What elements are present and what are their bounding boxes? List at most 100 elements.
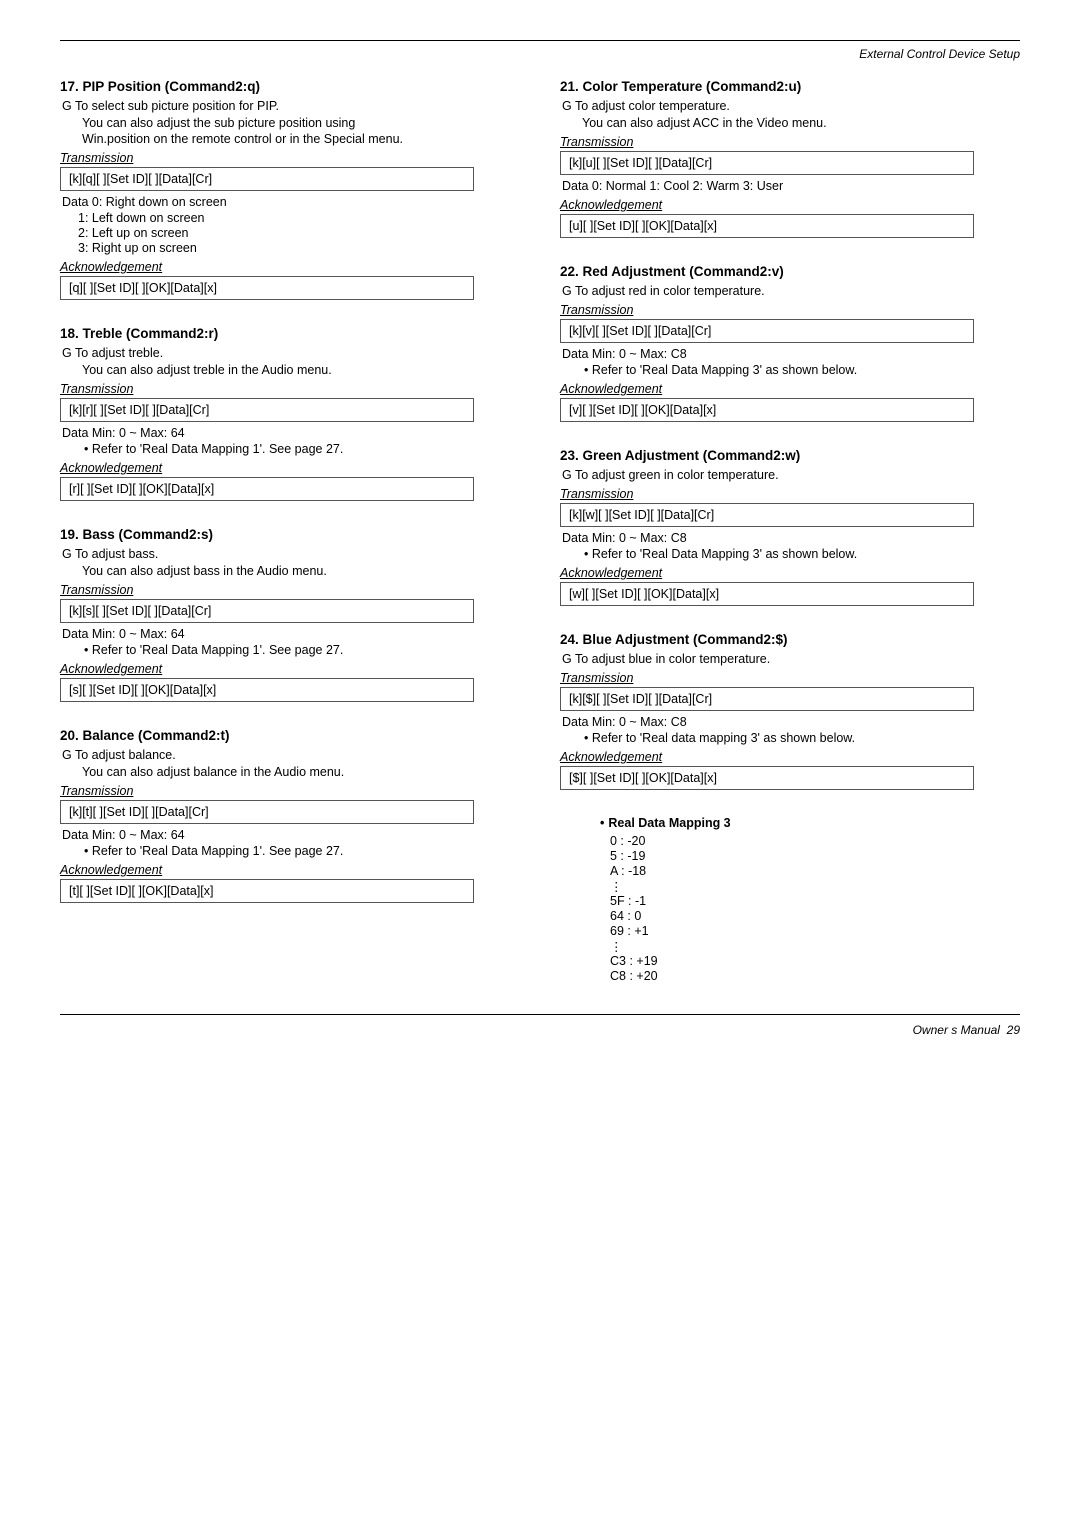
rdm-dots-2: ⋮ [610, 939, 1020, 954]
sec20-bullet: Refer to 'Real Data Mapping 1'. See page… [84, 844, 520, 858]
sec17-desc-g: G To select sub picture position for PIP… [62, 99, 520, 113]
sec20-title: 20. Balance (Command2:t) [60, 728, 520, 743]
sec20-trans-label: Transmission [60, 784, 520, 798]
bottom-rule [60, 1014, 1020, 1015]
sec20-data-0: Data Min: 0 ~ Max: 64 [62, 828, 520, 842]
sec19-bullet: Refer to 'Real Data Mapping 1'. See page… [84, 643, 520, 657]
section-24: 24. Blue Adjustment (Command2:$) G To ad… [560, 632, 1020, 794]
section-23: 23. Green Adjustment (Command2:w) G To a… [560, 448, 1020, 610]
footer-label: Owner s Manual 29 [913, 1023, 1020, 1037]
header-label: External Control Device Setup [859, 47, 1020, 61]
sec21-ack-label: Acknowledgement [560, 198, 1020, 212]
sec17-trans-label: Transmission [60, 151, 520, 165]
sec19-ack-code: [s][ ][Set ID][ ][OK][Data][x] [60, 678, 474, 702]
sec24-trans-label: Transmission [560, 671, 1020, 685]
section-18: 18. Treble (Command2:r) G To adjust treb… [60, 326, 520, 505]
rdm-row-0: 0 : -20 [610, 834, 1020, 848]
sec18-trans-code: [k][r][ ][Set ID][ ][Data][Cr] [60, 398, 474, 422]
sec19-extra-0: You can also adjust bass in the Audio me… [82, 564, 520, 578]
sec24-ack-code: [$][ ][Set ID][ ][OK][Data][x] [560, 766, 974, 790]
rdm-row-4: 64 : 0 [610, 909, 1020, 923]
page-footer: Owner s Manual 29 [60, 1023, 1020, 1037]
sec18-ack-code: [r][ ][Set ID][ ][OK][Data][x] [60, 477, 474, 501]
sec18-ack-label: Acknowledgement [60, 461, 520, 475]
sec21-title: 21. Color Temperature (Command2:u) [560, 79, 1020, 94]
rdm-row-6: C3 : +19 [610, 954, 1020, 968]
rdm-dots-1: ⋮ [610, 879, 1020, 894]
sec17-ack-code: [q][ ][Set ID][ ][OK][Data][x] [60, 276, 474, 300]
sec23-bullet: Refer to 'Real Data Mapping 3' as shown … [584, 547, 1020, 561]
sec17-data-3: 3: Right up on screen [78, 241, 520, 255]
main-content: 17. PIP Position (Command2:q) G To selec… [60, 79, 1020, 984]
top-rule [60, 40, 1020, 41]
sec22-title: 22. Red Adjustment (Command2:v) [560, 264, 1020, 279]
rdm-title: •Real Data Mapping 3 [600, 816, 1020, 830]
sec20-desc-g: G To adjust balance. [62, 748, 520, 762]
sec22-ack-label: Acknowledgement [560, 382, 1020, 396]
sec21-desc-g: G To adjust color temperature. [562, 99, 1020, 113]
sec18-extra-0: You can also adjust treble in the Audio … [82, 363, 520, 377]
sec19-trans-code: [k][s][ ][Set ID][ ][Data][Cr] [60, 599, 474, 623]
sec20-extra-0: You can also adjust balance in the Audio… [82, 765, 520, 779]
rdm-row-2: A : -18 [610, 864, 1020, 878]
sec17-data-0: Data 0: Right down on screen [62, 195, 520, 209]
section-20: 20. Balance (Command2:t) G To adjust bal… [60, 728, 520, 907]
sec23-title: 23. Green Adjustment (Command2:w) [560, 448, 1020, 463]
sec17-trans-code: [k][q][ ][Set ID][ ][Data][Cr] [60, 167, 474, 191]
sec17-extra-1: Win.position on the remote control or in… [82, 132, 520, 146]
sec17-data-2: 2: Left up on screen [78, 226, 520, 240]
page-header: External Control Device Setup [60, 47, 1020, 61]
rdm-row-7: C8 : +20 [610, 969, 1020, 983]
sec17-extra-0: You can also adjust the sub picture posi… [82, 116, 520, 130]
sec17-data-1: 1: Left down on screen [78, 211, 520, 225]
sec19-ack-label: Acknowledgement [60, 662, 520, 676]
sec22-trans-label: Transmission [560, 303, 1020, 317]
rdm-row-1: 5 : -19 [610, 849, 1020, 863]
sec22-desc-g: G To adjust red in color temperature. [562, 284, 1020, 298]
sec19-trans-label: Transmission [60, 583, 520, 597]
sec17-ack-label: Acknowledgement [60, 260, 520, 274]
sec19-data-0: Data Min: 0 ~ Max: 64 [62, 627, 520, 641]
sec20-ack-label: Acknowledgement [60, 863, 520, 877]
sec19-title: 19. Bass (Command2:s) [60, 527, 520, 542]
sec19-desc-g: G To adjust bass. [62, 547, 520, 561]
sec18-trans-label: Transmission [60, 382, 520, 396]
sec22-data-0: Data Min: 0 ~ Max: C8 [562, 347, 1020, 361]
sec18-data-0: Data Min: 0 ~ Max: 64 [62, 426, 520, 440]
section-17: 17. PIP Position (Command2:q) G To selec… [60, 79, 520, 304]
sec22-bullet: Refer to 'Real Data Mapping 3' as shown … [584, 363, 1020, 377]
sec18-bullet: Refer to 'Real Data Mapping 1'. See page… [84, 442, 520, 456]
sec24-data-0: Data Min: 0 ~ Max: C8 [562, 715, 1020, 729]
sec24-trans-code: [k][$][ ][Set ID][ ][Data][Cr] [560, 687, 974, 711]
sec23-desc-g: G To adjust green in color temperature. [562, 468, 1020, 482]
real-data-mapping: •Real Data Mapping 3 0 : -20 5 : -19 A :… [600, 816, 1020, 983]
sec21-trans-code: [k][u][ ][Set ID][ ][Data][Cr] [560, 151, 974, 175]
sec20-ack-code: [t][ ][Set ID][ ][OK][Data][x] [60, 879, 474, 903]
sec22-trans-code: [k][v][ ][Set ID][ ][Data][Cr] [560, 319, 974, 343]
left-column: 17. PIP Position (Command2:q) G To selec… [60, 79, 520, 984]
sec21-extra-0: You can also adjust ACC in the Video men… [582, 116, 1020, 130]
sec21-ack-code: [u][ ][Set ID][ ][OK][Data][x] [560, 214, 974, 238]
sec22-ack-code: [v][ ][Set ID][ ][OK][Data][x] [560, 398, 974, 422]
section-19: 19. Bass (Command2:s) G To adjust bass. … [60, 527, 520, 706]
sec21-trans-label: Transmission [560, 135, 1020, 149]
rdm-row-3: 5F : -1 [610, 894, 1020, 908]
rdm-row-5: 69 : +1 [610, 924, 1020, 938]
section-21: 21. Color Temperature (Command2:u) G To … [560, 79, 1020, 242]
sec23-ack-code: [w][ ][Set ID][ ][OK][Data][x] [560, 582, 974, 606]
sec24-bullet: Refer to 'Real data mapping 3' as shown … [584, 731, 1020, 745]
sec23-data-0: Data Min: 0 ~ Max: C8 [562, 531, 1020, 545]
sec24-title: 24. Blue Adjustment (Command2:$) [560, 632, 1020, 647]
sec18-desc-g: G To adjust treble. [62, 346, 520, 360]
sec23-ack-label: Acknowledgement [560, 566, 1020, 580]
section-22: 22. Red Adjustment (Command2:v) G To adj… [560, 264, 1020, 426]
page: External Control Device Setup 17. PIP Po… [0, 0, 1080, 1528]
sec18-title: 18. Treble (Command2:r) [60, 326, 520, 341]
right-column: 21. Color Temperature (Command2:u) G To … [560, 79, 1020, 984]
sec20-trans-code: [k][t][ ][Set ID][ ][Data][Cr] [60, 800, 474, 824]
sec17-title: 17. PIP Position (Command2:q) [60, 79, 520, 94]
sec24-ack-label: Acknowledgement [560, 750, 1020, 764]
sec23-trans-code: [k][w][ ][Set ID][ ][Data][Cr] [560, 503, 974, 527]
sec23-trans-label: Transmission [560, 487, 1020, 501]
sec24-desc-g: G To adjust blue in color temperature. [562, 652, 1020, 666]
